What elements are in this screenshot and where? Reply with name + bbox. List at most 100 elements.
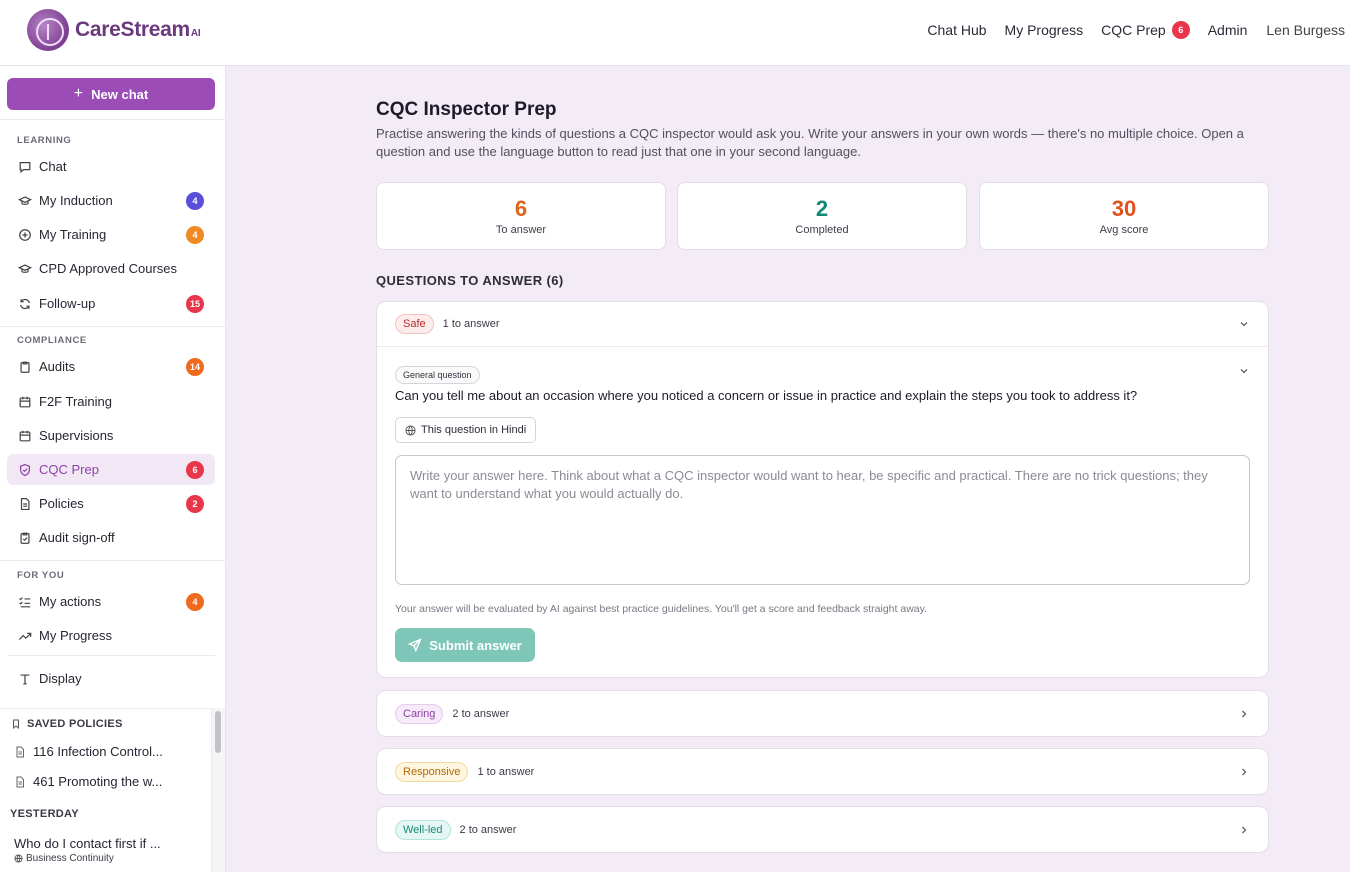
sidebar-scrollbar-thumb[interactable] [215, 711, 221, 753]
stat-label: Avg score [1099, 224, 1149, 236]
page-title: CQC Inspector Prep [376, 99, 557, 120]
divider [0, 560, 226, 561]
question-text: Can you tell me about an occasion where … [395, 388, 1138, 403]
sidebar-item-audit-sign-off[interactable]: Audit sign-off [7, 522, 215, 553]
cqc-prep-count-badge: 6 [1171, 21, 1190, 39]
evaluation-note: Your answer will be evaluated by AI agai… [395, 603, 928, 615]
section-label-compliance: COMPLIANCE [17, 335, 87, 346]
submit-answer-button[interactable]: Submit answer [395, 628, 535, 662]
chevron-down-icon [1240, 322, 1248, 327]
stat-completed: 2 Completed [677, 182, 967, 250]
topnav-my-progress[interactable]: My Progress [1005, 22, 1084, 38]
section-label-for-you: FOR YOU [17, 570, 65, 581]
category-card-caring[interactable]: Caring 2 to answer [376, 690, 1269, 737]
question-tag: General question [395, 366, 480, 384]
training-count-badge: 4 [186, 225, 204, 244]
category-count: 2 to answer [459, 823, 517, 836]
top-header: CareStreamAI Chat Hub My Progress CQC Pr… [0, 0, 1350, 66]
sidebar-item-audits[interactable]: Audits 14 [7, 351, 215, 382]
page-description: Practise answering the kinds of question… [376, 126, 1244, 159]
saved-policies-heading: SAVED POLICIES [11, 718, 123, 730]
sidebar-item-my-progress[interactable]: My Progress [7, 620, 215, 651]
stat-label: Completed [795, 224, 849, 236]
actions-count-badge: 4 [186, 592, 204, 611]
stat-avg-score: 30 Avg score [979, 182, 1269, 250]
plus-icon: + [73, 85, 84, 102]
sidebar-item-my-training[interactable]: My Training 4 [7, 219, 215, 250]
divider [0, 119, 226, 120]
sidebar-item-my-induction[interactable]: My Induction 4 [7, 185, 215, 216]
new-chat-button[interactable]: + New chat [7, 78, 215, 110]
document-icon [18, 497, 32, 511]
induction-count-badge: 4 [186, 191, 204, 210]
category-card-responsive[interactable]: Responsive 1 to answer [376, 748, 1269, 795]
chevron-right-icon [1242, 768, 1247, 775]
graduation-cap-icon [18, 194, 32, 208]
sidebar-item-chat[interactable]: Chat [7, 151, 215, 182]
main-content: CQC Inspector Prep Practise answering th… [226, 66, 1350, 872]
category-card-safe: Safe 1 to answer General question Can yo… [376, 301, 1269, 678]
chat-history-item[interactable]: Who do I contact first if ... [14, 836, 161, 851]
trending-up-icon [18, 629, 32, 643]
shield-check-icon [18, 463, 32, 477]
globe-icon [405, 424, 416, 436]
training-icon [18, 228, 32, 242]
calendar-icon [18, 429, 32, 443]
audits-count-badge: 14 [186, 357, 204, 376]
translate-question-button[interactable]: This question in Hindi [395, 417, 537, 443]
chevron-down-icon[interactable] [1238, 365, 1250, 377]
category-card-well-led[interactable]: Well-led 2 to answer [376, 806, 1269, 853]
stat-value: 6 [514, 196, 528, 221]
top-nav: Chat Hub My Progress CQC Prep 6 Admin Len… [909, 21, 1345, 39]
brand-name: CareStreamAI [75, 18, 201, 41]
divider [8, 655, 215, 656]
category-header-caring[interactable]: Caring 2 to answer [377, 691, 1268, 736]
cqc-prep-badge: 6 [186, 460, 204, 479]
follow-up-count-badge: 15 [186, 294, 204, 313]
sidebar-item-follow-up[interactable]: Follow-up 15 [7, 288, 215, 319]
logo[interactable]: CareStreamAI [27, 9, 201, 51]
chat-history-tag: Business Continuity [14, 853, 114, 864]
stat-label: To answer [495, 224, 547, 236]
category-header-safe[interactable]: Safe 1 to answer [377, 302, 1268, 347]
category-header-well-led[interactable]: Well-led 2 to answer [377, 807, 1268, 852]
document-icon [16, 776, 24, 787]
user-name[interactable]: Len Burgess [1266, 22, 1345, 38]
divider [0, 326, 226, 327]
sidebar-item-cpd-courses[interactable]: CPD Approved Courses [7, 253, 215, 284]
answer-textarea[interactable] [395, 455, 1250, 585]
checklist-icon [18, 595, 32, 609]
clipboard-icon [18, 360, 32, 374]
sidebar-item-display[interactable]: Display [7, 663, 215, 694]
saved-policy-item[interactable]: 116 Infection Control... [14, 744, 163, 759]
chevron-right-icon [1242, 710, 1247, 717]
questions-heading: QUESTIONS TO ANSWER (6) [376, 273, 564, 288]
category-pill-caring: Caring [395, 703, 444, 724]
sidebar-item-supervisions[interactable]: Supervisions [7, 420, 215, 451]
globe-icon [14, 854, 23, 863]
tree-logo-icon [27, 9, 69, 51]
stat-value: 2 [815, 196, 829, 221]
refresh-icon [18, 297, 32, 311]
document-icon [16, 746, 24, 757]
category-pill-well-led: Well-led [395, 819, 451, 840]
topnav-admin[interactable]: Admin [1208, 22, 1248, 38]
sidebar-item-policies[interactable]: Policies 2 [7, 488, 215, 519]
send-icon [408, 638, 423, 652]
graduation-cap-icon [18, 262, 32, 276]
sidebar-item-my-actions[interactable]: My actions 4 [7, 586, 215, 617]
category-header-responsive[interactable]: Responsive 1 to answer [377, 749, 1268, 794]
stat-value: 30 [1111, 196, 1137, 221]
bookmark-icon [13, 719, 19, 729]
topnav-chat-hub[interactable]: Chat Hub [927, 22, 986, 38]
category-pill-safe: Safe [395, 314, 434, 334]
category-count: 2 to answer [452, 707, 510, 720]
topnav-cqc-prep[interactable]: CQC Prep 6 [1101, 21, 1190, 39]
text-type-icon [18, 672, 32, 686]
category-count: 1 to answer [477, 765, 535, 778]
saved-policy-item[interactable]: 461 Promoting the w... [14, 774, 162, 789]
clipboard-check-icon [18, 531, 32, 545]
sidebar-item-f2f-training[interactable]: F2F Training [7, 386, 215, 417]
section-label-learning: LEARNING [17, 135, 72, 146]
sidebar-item-cqc-prep[interactable]: CQC Prep 6 [7, 454, 215, 485]
